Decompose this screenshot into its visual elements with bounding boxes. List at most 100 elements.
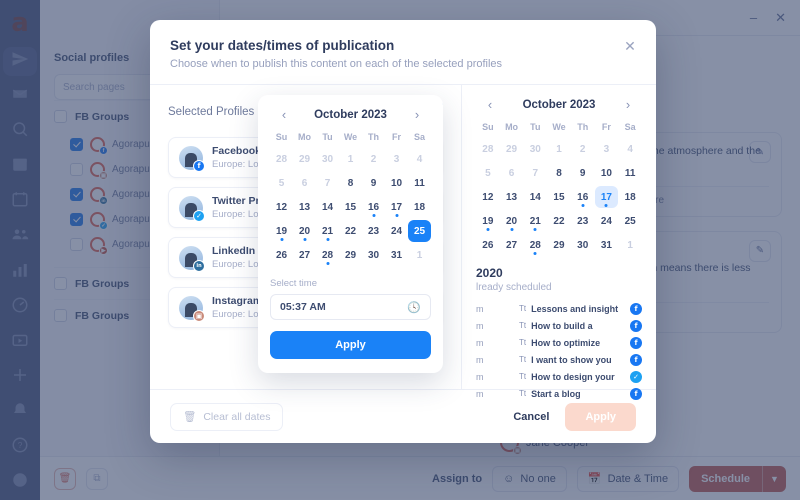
network-icon: ✓: [630, 370, 642, 383]
calendar-day[interactable]: 13: [293, 196, 316, 218]
calendar-day[interactable]: 9: [571, 162, 595, 184]
calendar-day[interactable]: 6: [293, 172, 316, 194]
calendar-day[interactable]: 26: [270, 244, 293, 266]
calendar-day[interactable]: 7: [523, 162, 547, 184]
calendar-day[interactable]: 20: [500, 210, 524, 232]
next-month-button[interactable]: ›: [409, 107, 425, 122]
calendar-day-number: 28: [529, 239, 541, 251]
calendar-day[interactable]: 28: [476, 138, 500, 160]
calendar-day[interactable]: 18: [408, 196, 431, 218]
calendar-day[interactable]: 2: [362, 148, 385, 170]
calendar-day[interactable]: 15: [339, 196, 362, 218]
calendar-day[interactable]: 14: [523, 186, 547, 208]
calendar-day[interactable]: 1: [618, 234, 642, 256]
calendar-day[interactable]: 29: [293, 148, 316, 170]
calendar-day[interactable]: 30: [523, 138, 547, 160]
calendar-day[interactable]: 3: [595, 138, 619, 160]
scheduled-item[interactable]: m Tt Start a blog f: [476, 385, 642, 402]
calendar-day[interactable]: 17: [385, 196, 408, 218]
calendar-day[interactable]: 30: [316, 148, 339, 170]
calendar-day[interactable]: 4: [408, 148, 431, 170]
calendar-day[interactable]: 12: [476, 186, 500, 208]
text-post-icon: Tt: [519, 389, 527, 398]
selected-profiles-label: Selected Profiles (4): [168, 106, 272, 118]
calendar-day[interactable]: 5: [270, 172, 293, 194]
calendar-day[interactable]: 15: [547, 186, 571, 208]
next-month-button[interactable]: ›: [620, 97, 636, 112]
calendar-day[interactable]: 27: [293, 244, 316, 266]
calendar-day[interactable]: 25: [618, 210, 642, 232]
calendar-day[interactable]: 14: [316, 196, 339, 218]
calendar-day[interactable]: 21: [523, 210, 547, 232]
calendar-day-number: 17: [600, 191, 612, 203]
calendar-day[interactable]: 12: [270, 196, 293, 218]
scheduled-item[interactable]: m Tt How to design your ✓: [476, 368, 642, 385]
calendar-day[interactable]: 3: [385, 148, 408, 170]
calendar-day[interactable]: 19: [476, 210, 500, 232]
calendar-day[interactable]: 22: [339, 220, 362, 242]
calendar-day-of-week: Sa: [624, 122, 636, 132]
calendar-day[interactable]: 4: [618, 138, 642, 160]
calendar-day[interactable]: 6: [500, 162, 524, 184]
calendar-day[interactable]: 30: [571, 234, 595, 256]
calendar-day[interactable]: 8: [339, 172, 362, 194]
calendar-day[interactable]: 30: [362, 244, 385, 266]
calendar-day[interactable]: 28: [316, 244, 339, 266]
scheduled-item[interactable]: m Tt Lessons and insight f: [476, 300, 642, 317]
calendar-day-number: 15: [553, 191, 565, 203]
calendar-day[interactable]: 26: [476, 234, 500, 256]
cancel-button[interactable]: Cancel: [513, 411, 549, 423]
event-dot-icon: [395, 214, 398, 217]
modal-close-button[interactable]: ✕: [622, 38, 638, 54]
calendar-day[interactable]: 1: [339, 148, 362, 170]
calendar-day[interactable]: 24: [595, 210, 619, 232]
scheduled-item[interactable]: m Tt How to optimize f: [476, 334, 642, 351]
scheduled-item[interactable]: m Tt I want to show you f: [476, 351, 642, 368]
calendar-day[interactable]: 16: [362, 196, 385, 218]
calendar-day[interactable]: 7: [316, 172, 339, 194]
apply-button[interactable]: Apply: [565, 402, 636, 431]
calendar-day[interactable]: 21: [316, 220, 339, 242]
scheduled-item[interactable]: m Tt How to build a f: [476, 317, 642, 334]
modal-subtitle: Choose when to publish this content on e…: [170, 58, 503, 70]
calendar-day-number: 31: [390, 249, 403, 261]
calendar-day[interactable]: 20: [293, 220, 316, 242]
calendar-day[interactable]: 22: [547, 210, 571, 232]
calendar-day[interactable]: 9: [362, 172, 385, 194]
calendar-day[interactable]: 31: [385, 244, 408, 266]
calendar-day[interactable]: 23: [571, 210, 595, 232]
calendar-day[interactable]: 18: [618, 186, 642, 208]
calendar-day[interactable]: 1: [408, 244, 431, 266]
calendar-day[interactable]: 10: [385, 172, 408, 194]
time-input[interactable]: 05:37 AM 🕓: [270, 294, 431, 320]
clear-all-dates-button[interactable]: 🗑 Clear all dates: [170, 402, 284, 431]
prev-month-button[interactable]: ‹: [482, 97, 498, 112]
prev-month-button[interactable]: ‹: [276, 107, 292, 122]
calendar-day[interactable]: 10: [595, 162, 619, 184]
calendar-day[interactable]: 25: [408, 220, 431, 242]
calendar-day[interactable]: 8: [547, 162, 571, 184]
calendar-day[interactable]: 11: [618, 162, 642, 184]
calendar-day[interactable]: 16: [571, 186, 595, 208]
calendar-day[interactable]: 29: [339, 244, 362, 266]
calendar-day[interactable]: 28: [523, 234, 547, 256]
calendar-day[interactable]: 1: [547, 138, 571, 160]
calendar-day[interactable]: 13: [500, 186, 524, 208]
calendar-day-number: 26: [482, 239, 494, 251]
date-popup-apply-button[interactable]: Apply: [270, 331, 431, 359]
calendar-day[interactable]: 29: [547, 234, 571, 256]
calendar-day[interactable]: 11: [408, 172, 431, 194]
calendar-day[interactable]: 5: [476, 162, 500, 184]
calendar-day[interactable]: 28: [270, 148, 293, 170]
calendar-day[interactable]: 24: [385, 220, 408, 242]
calendar-day[interactable]: 31: [595, 234, 619, 256]
select-time-label: Select time: [270, 278, 317, 289]
text-post-icon: Tt: [519, 338, 527, 347]
calendar-day[interactable]: 27: [500, 234, 524, 256]
calendar-day[interactable]: 29: [500, 138, 524, 160]
modal-body: Selected Profiles (4) Add date to all pr…: [150, 84, 656, 400]
calendar-day[interactable]: 2: [571, 138, 595, 160]
calendar-day[interactable]: 17: [594, 186, 619, 208]
calendar-day[interactable]: 23: [362, 220, 385, 242]
calendar-day[interactable]: 19: [270, 220, 293, 242]
